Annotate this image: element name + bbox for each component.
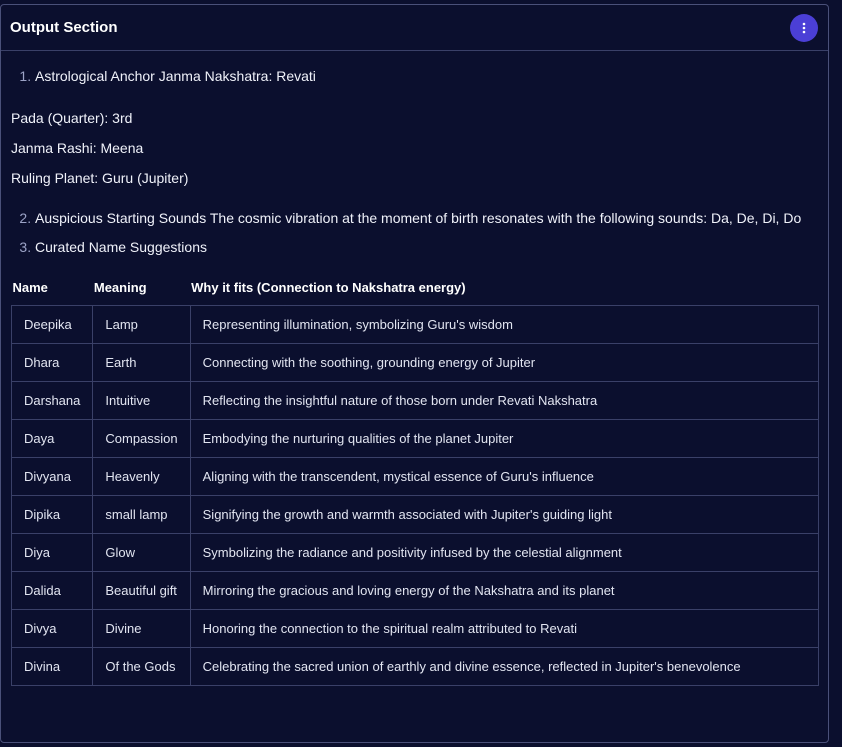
cell-meaning: small lamp (92, 495, 191, 534)
cell-meaning: Heavenly (92, 457, 191, 496)
pada-text: Pada (Quarter): 3rd (11, 110, 133, 126)
panel-header: Output Section (1, 5, 828, 51)
cell-name: Dhara (10, 343, 94, 382)
cell-name: Darshana (10, 381, 94, 420)
cell-reason: Aligning with the transcendent, mystical… (189, 457, 820, 496)
table-row: Dipika small lamp Signifying the growth … (10, 495, 820, 534)
section-list-1: Astrological Anchor Janma Nakshatra: Rev… (11, 65, 818, 87)
cell-name: Daya (10, 419, 94, 458)
cell-reason: Embodying the nurturing qualities of the… (189, 419, 820, 458)
section-list-2: Auspicious Starting Sounds The cosmic vi… (11, 207, 818, 258)
cell-name: Diya (10, 533, 94, 572)
rashi-text: Janma Rashi: Meena (11, 140, 144, 156)
table-header-row: Name Meaning Why it fits (Connection to … (12, 280, 819, 306)
table-row: Divina Of the Gods Celebrating the sacre… (10, 647, 820, 686)
cell-reason: Reflecting the insightful nature of thos… (189, 381, 820, 420)
cell-reason: Mirroring the gracious and loving energy… (189, 571, 820, 610)
output-content: Astrological Anchor Janma Nakshatra: Rev… (1, 51, 828, 686)
table-row: Divya Divine Honoring the connection to … (10, 609, 820, 648)
cell-meaning: Earth (92, 343, 191, 382)
table-row: Dhara Earth Connecting with the soothing… (10, 343, 820, 382)
header-name: Name (12, 280, 48, 295)
table-row: Deepika Lamp Representing illumination, … (10, 305, 820, 344)
cell-meaning: Glow (92, 533, 191, 572)
cell-reason: Symbolizing the radiance and positivity … (189, 533, 820, 572)
header-meaning: Meaning (93, 280, 147, 295)
table-row: Divyana Heavenly Aligning with the trans… (10, 457, 820, 496)
ruling-planet-text: Ruling Planet: Guru (Jupiter) (11, 170, 189, 186)
more-options-button[interactable] (790, 13, 818, 42)
table-row: Diya Glow Symbolizing the radiance and p… (10, 533, 820, 572)
cell-reason: Celebrating the sacred union of earthly … (189, 647, 820, 686)
cell-reason: Connecting with the soothing, grounding … (189, 343, 820, 382)
more-vertical-icon (802, 22, 806, 33)
table-row: Dalida Beautiful gift Mirroring the grac… (10, 571, 820, 610)
table-row: Darshana Intuitive Reflecting the insigh… (10, 381, 820, 420)
name-suggestions-table: Name Meaning Why it fits (Connection to … (10, 280, 820, 686)
cell-meaning: Of the Gods (92, 647, 191, 686)
cell-meaning: Lamp (92, 305, 191, 344)
cell-reason: Representing illumination, symbolizing G… (189, 305, 820, 344)
cell-name: Divyana (10, 457, 94, 496)
cell-meaning: Compassion (92, 419, 191, 458)
name-suggestions-item: Curated Name Suggestions (35, 236, 818, 258)
cell-meaning: Divine (92, 609, 191, 648)
cell-meaning: Beautiful gift (92, 571, 191, 610)
cell-reason: Signifying the growth and warmth associa… (189, 495, 820, 534)
cell-name: Dalida (10, 571, 94, 610)
starting-sounds-item: Auspicious Starting Sounds The cosmic vi… (35, 207, 818, 229)
table-row: Daya Compassion Embodying the nurturing … (10, 419, 820, 458)
cell-name: Divina (10, 647, 94, 686)
cell-reason: Honoring the connection to the spiritual… (189, 609, 820, 648)
cell-name: Divya (10, 609, 94, 648)
astrological-anchor-item: Astrological Anchor Janma Nakshatra: Rev… (35, 65, 818, 87)
output-section-panel: Output Section Astrological Anchor Janma… (0, 4, 829, 743)
cell-name: Deepika (10, 305, 94, 344)
cell-meaning: Intuitive (92, 381, 191, 420)
cell-name: Dipika (10, 495, 94, 534)
panel-title: Output Section (10, 19, 118, 36)
header-why-it-fits: Why it fits (Connection to Nakshatra ene… (191, 280, 466, 295)
